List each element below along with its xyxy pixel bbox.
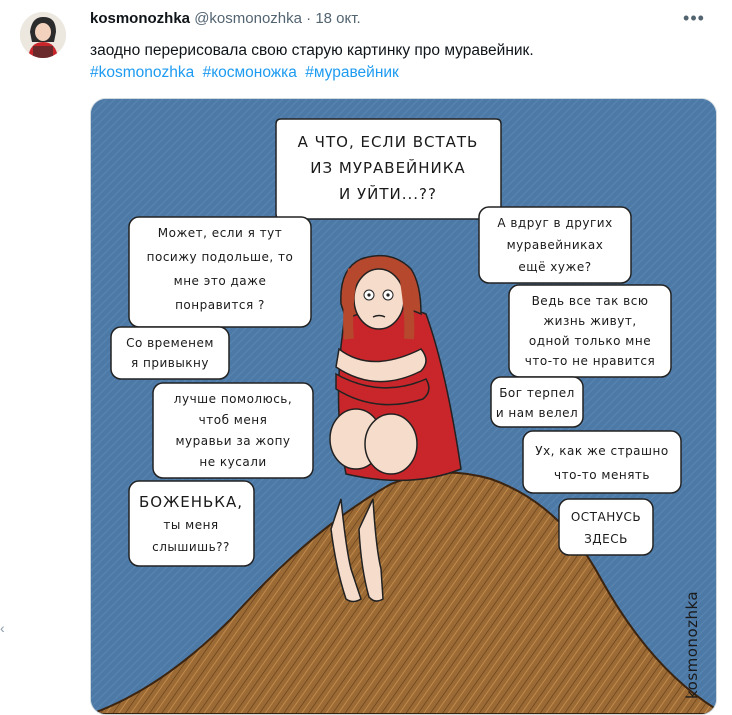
ellipsis-icon: ••• — [683, 8, 705, 28]
tweet[interactable]: kosmonozhka @kosmonozhka · 18 окт. ••• з… — [0, 0, 732, 715]
bubble-line: Ведь все так всю — [532, 294, 649, 308]
bubble-line: одной только мне — [529, 334, 651, 348]
speech-bubble-left4: БОЖЕНЬКА, ты меня слышишь?? — [128, 480, 255, 567]
tweet-text: заодно перерисовала свою старую картинку… — [90, 42, 534, 59]
speech-bubble-right2: Ведь все так всю жизнь живут, одной толь… — [508, 284, 672, 378]
bubble-line: жизнь живут, — [543, 314, 636, 328]
speech-bubble-right5: ОСТАНУСЬ ЗДЕСЬ — [558, 498, 654, 556]
bubble-line: понравится ? — [175, 298, 265, 312]
speech-bubble-left2: Со временем я привыкну — [110, 326, 230, 380]
bubble-line: я привыкну — [131, 356, 209, 370]
more-options-button[interactable]: ••• — [680, 8, 708, 32]
speech-bubble-right4: Ух, как же страшно что-то менять — [522, 430, 682, 494]
bubble-line: Со временем — [126, 336, 214, 350]
author-name[interactable]: kosmonozhka — [90, 10, 190, 27]
left-edge-arrow[interactable]: ‹ — [0, 620, 5, 636]
bubble-line: чтоб меня — [199, 413, 268, 427]
bubble-line: и нам велел — [496, 406, 578, 420]
bubble-line: лучше помолюсь, — [174, 392, 292, 406]
bubble-line: мне это даже — [174, 274, 267, 288]
bubble-line: ещё хуже? — [518, 260, 591, 274]
girl-face — [353, 268, 405, 330]
separator-dot: · — [306, 10, 312, 27]
bubble-line: муравьи за жопу — [175, 434, 290, 448]
bubble-line: Ух, как же страшно — [535, 444, 668, 458]
bubble-line: муравейниках — [507, 238, 604, 252]
bubble-top-line: А ЧТО, ЕСЛИ ВСТАТЬ — [298, 133, 479, 151]
bubble-line: А вдруг в других — [497, 216, 612, 230]
comic-illustration: А ЧТО, ЕСЛИ ВСТАТЬ ИЗ МУРАВЕЙНИКА И УЙТИ… — [91, 99, 716, 714]
tweet-header: kosmonozhka @kosmonozhka · 18 окт. — [90, 10, 361, 27]
bubble-top-line: И УЙТИ...?? — [339, 184, 437, 203]
hashtag-link[interactable]: #муравейник — [305, 64, 399, 81]
bubble-line: посижу подольше, то — [147, 250, 294, 264]
author-handle[interactable]: @kosmonozhka — [194, 10, 302, 27]
bubble-line: что-то менять — [554, 468, 650, 482]
bubble-top-line: ИЗ МУРАВЕЙНИКА — [310, 158, 465, 177]
speech-bubble-top: А ЧТО, ЕСЛИ ВСТАТЬ ИЗ МУРАВЕЙНИКА И УЙТИ… — [275, 118, 502, 220]
speech-bubble-left1: Может, если я тут посижу подольше, то мн… — [128, 216, 312, 328]
bubble-line: Бог терпел — [499, 386, 575, 400]
hashtag-link[interactable]: #kosmonozhka — [90, 64, 194, 81]
speech-bubble-right1: А вдруг в других муравейниках ещё хуже? — [478, 206, 632, 284]
speech-bubble-right3: Бог терпел и нам велел — [490, 376, 584, 428]
tweet-hashtags: #kosmonozhka #космоножка #муравейник — [90, 62, 403, 84]
bubble-line: ты меня — [163, 518, 218, 532]
bubble-line: не кусали — [199, 455, 266, 469]
bubble-line: Может, если я тут — [158, 226, 282, 240]
author-avatar[interactable] — [20, 12, 66, 58]
bubble-line: слышишь?? — [152, 540, 230, 554]
bubble-line: что-то не нравится — [525, 354, 655, 368]
tweet-image[interactable]: А ЧТО, ЕСЛИ ВСТАТЬ ИЗ МУРАВЕЙНИКА И УЙТИ… — [90, 98, 717, 715]
bubble-line: БОЖЕНЬКА, — [139, 493, 243, 511]
speech-bubble-left3: лучше помолюсь, чтоб меня муравьи за жоп… — [152, 382, 314, 479]
tweet-date[interactable]: 18 окт. — [315, 10, 360, 27]
hashtag-link[interactable]: #космоножка — [203, 64, 297, 81]
artist-signature: kosmonozhka — [683, 591, 701, 699]
bubble-line: ОСТАНУСЬ — [571, 510, 641, 524]
bubble-line: ЗДЕСЬ — [584, 532, 628, 546]
